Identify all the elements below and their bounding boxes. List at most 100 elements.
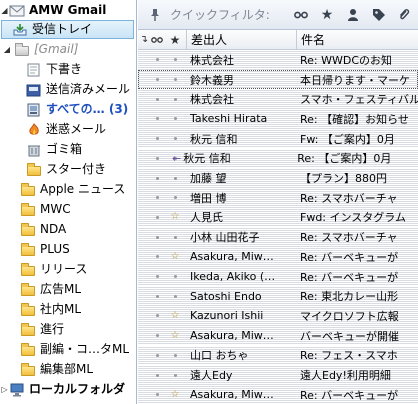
read-status-icon[interactable] <box>150 255 164 259</box>
starred-icon[interactable]: ☆ <box>164 330 186 341</box>
message-row[interactable]: 山口 おちゃ Re: フェス・スマホ <box>138 345 418 366</box>
read-status-icon[interactable] <box>150 196 164 200</box>
folder-mwc[interactable]: MWC <box>0 200 136 219</box>
message-subject: Re: スマホバーチャ <box>300 231 398 245</box>
pin-icon[interactable] <box>144 8 166 22</box>
folder-progress[interactable]: 進行 <box>0 320 136 339</box>
star-dot-icon <box>173 373 177 377</box>
thread-column-icon[interactable]: ↴ <box>138 34 150 45</box>
folder-nda[interactable]: NDA <box>0 220 136 239</box>
message-row[interactable]: 遠人Edy 遠人Edy!利用明細 <box>138 365 418 385</box>
folder-editorial-ml[interactable]: 編集部ML <box>0 360 136 379</box>
forwarded-icon: ← <box>172 151 182 165</box>
folder-drafts[interactable]: 下書き <box>0 60 136 79</box>
star-toggle-icon[interactable] <box>164 373 186 377</box>
folder-inbox[interactable]: 受信トレイ <box>1 20 134 39</box>
read-status-icon[interactable] <box>150 117 164 121</box>
folder-label: リリース <box>40 262 88 276</box>
read-status-icon[interactable] <box>150 156 164 160</box>
star-toggle-icon[interactable] <box>164 137 186 141</box>
trash-icon <box>26 143 42 157</box>
star-toggle-icon[interactable] <box>164 353 186 357</box>
star-toggle-icon[interactable] <box>164 235 186 239</box>
folder-trash[interactable]: ゴミ箱 <box>0 140 136 159</box>
message-row[interactable]: ☆ 人見氏 Fwd: インスタグラム <box>138 207 418 228</box>
folder-deputy-ml[interactable]: 副編・コ…タML <box>0 340 136 359</box>
unread-filter-icon[interactable] <box>288 10 314 20</box>
star-column-icon[interactable]: ★ <box>164 33 186 47</box>
folder-spam[interactable]: 迷惑メール <box>0 120 136 139</box>
message-row[interactable]: ☆ Kazunori Ishii マイクロソフト広報 <box>138 306 418 326</box>
folder-label: ゴミ箱 <box>46 142 83 156</box>
message-row[interactable]: 増田 博 Re: スマホバーチャ <box>138 187 418 208</box>
message-row[interactable]: Satoshi Endo Re: 東北カレー山形 <box>138 286 418 307</box>
collapse-arrow-icon[interactable]: ◢ <box>0 1 9 20</box>
read-status-icon[interactable] <box>150 393 164 397</box>
expand-arrow-icon[interactable]: ▷ <box>0 380 9 399</box>
message-row[interactable]: Takeshi Hirata Re: 【確認】お知らせ <box>138 109 418 129</box>
folder-internal-ml[interactable]: 社内ML <box>0 300 136 319</box>
star-toggle-icon[interactable] <box>164 176 186 180</box>
folder-sent[interactable]: 送信済みメール <box>0 80 136 99</box>
contact-filter-icon[interactable] <box>340 8 366 22</box>
message-row[interactable]: 小林 山田花子 Re: スマホバーチャ <box>138 227 418 247</box>
collapse-arrow-icon[interactable]: ◢ <box>0 40 14 59</box>
message-row[interactable]: ☆ Asakura, Miw… Re: バーベキューが <box>138 247 418 267</box>
star-toggle-icon[interactable] <box>164 78 186 82</box>
message-row[interactable]: ☆ Asakura, Miw… Re: バーベキューが <box>138 384 418 404</box>
message-row[interactable]: 鈴木義男 本日帰ります・マーケ <box>138 69 418 90</box>
folder-all-mail[interactable]: すべての… (3) <box>0 100 136 119</box>
folder-ad-ml[interactable]: 広告ML <box>0 280 136 299</box>
message-row[interactable]: 秋元 信和 Fw: 【ご案内】0月 <box>138 128 418 149</box>
read-status-icon[interactable] <box>150 353 164 357</box>
read-status-icon[interactable] <box>150 137 164 141</box>
tag-filter-icon[interactable] <box>366 8 392 22</box>
star-toggle-icon[interactable] <box>164 294 186 298</box>
read-status-icon[interactable] <box>150 176 164 180</box>
read-column-icon[interactable] <box>150 36 164 44</box>
from-column-header[interactable]: 差出人 <box>186 29 296 50</box>
message-from: 人見氏 <box>190 211 223 225</box>
star-toggle-icon[interactable] <box>164 117 186 121</box>
star-toggle-icon[interactable] <box>164 58 186 62</box>
star-toggle-icon[interactable] <box>164 275 186 279</box>
message-row[interactable]: Ikeda, Akiko (… Re: バーベキューが <box>138 266 418 287</box>
message-row[interactable]: ← 秋元 信和 Re: 【ご案内】0月 <box>138 148 418 169</box>
read-status-icon[interactable] <box>150 58 164 62</box>
read-dot-icon <box>155 97 159 101</box>
read-status-icon[interactable] <box>150 334 164 338</box>
folder-starred[interactable]: スター付き <box>0 160 136 179</box>
read-status-icon[interactable] <box>150 215 164 219</box>
read-status-icon[interactable] <box>150 78 164 82</box>
read-status-icon[interactable] <box>150 294 164 298</box>
folder-gmail[interactable]: ◢ [Gmail] <box>0 40 136 59</box>
starred-icon[interactable]: ☆ <box>164 251 186 262</box>
read-dot-icon <box>155 255 159 259</box>
read-status-icon[interactable] <box>150 97 164 101</box>
message-row[interactable]: 株式会社 スマホ・フェスティバル <box>138 89 418 110</box>
read-dot-icon <box>155 334 159 338</box>
folder-label: 編集部ML <box>40 362 94 376</box>
starred-icon[interactable]: ☆ <box>164 212 186 222</box>
read-status-icon[interactable] <box>150 235 164 239</box>
attachment-filter-icon[interactable] <box>392 8 416 22</box>
star-toggle-icon[interactable] <box>164 196 186 200</box>
read-status-icon[interactable] <box>150 275 164 279</box>
local-folders-row[interactable]: ▷ ローカルフォルダ <box>0 380 136 399</box>
message-row[interactable]: 株式会社 Re: WWDCのお知 <box>138 50 418 70</box>
message-row[interactable]: ☆ Asakura, Miw… バーベキューが開催 <box>138 325 418 346</box>
read-status-icon[interactable] <box>150 373 164 377</box>
subject-column-header[interactable]: 件名 <box>296 29 418 50</box>
folder-plus[interactable]: PLUS <box>0 240 136 259</box>
message-row[interactable]: 加藤 望 【プラン】880円 <box>138 168 418 188</box>
starred-icon[interactable]: ☆ <box>164 310 186 321</box>
starred-icon[interactable]: ☆ <box>164 388 186 400</box>
folder-apple-news[interactable]: Apple ニュース <box>0 180 136 199</box>
star-toggle-icon[interactable] <box>164 97 186 101</box>
star-filter-icon[interactable]: ★ <box>314 7 340 23</box>
read-status-icon[interactable] <box>150 314 164 318</box>
folder-icon <box>20 282 36 297</box>
star-icon: ☆ <box>170 388 180 400</box>
folder-release[interactable]: リリース <box>0 260 136 279</box>
account-row[interactable]: ◢ AMW Gmail <box>0 1 136 20</box>
